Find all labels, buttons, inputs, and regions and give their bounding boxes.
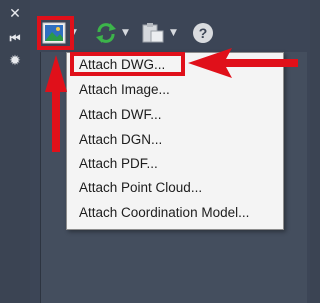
menu-item-attach-pdf[interactable]: Attach PDF... bbox=[79, 153, 158, 175]
change-path-icon bbox=[142, 23, 164, 43]
change-path-dropdown-chevron-icon[interactable]: ▼ bbox=[170, 28, 177, 38]
attach-dwg-highlight bbox=[70, 52, 185, 76]
refresh-button[interactable]: ▼ bbox=[94, 20, 129, 46]
refresh-dropdown-chevron-icon[interactable]: ▼ bbox=[122, 28, 129, 38]
help-button[interactable]: ? bbox=[193, 20, 213, 46]
refresh-icon bbox=[96, 23, 116, 43]
palette-side-strip: ✕ ⏮ ✹ bbox=[0, 0, 30, 303]
change-path-button[interactable]: ▼ bbox=[140, 20, 177, 46]
menu-item-attach-coordination-model[interactable]: Attach Coordination Model... bbox=[79, 202, 249, 224]
settings-icon[interactable]: ✹ bbox=[6, 53, 24, 69]
menu-item-attach-image[interactable]: Attach Image... bbox=[79, 79, 170, 101]
close-icon[interactable]: ✕ bbox=[6, 6, 24, 22]
attach-dropdown-menu: Attach DWG... Attach Image... Attach DWF… bbox=[66, 52, 284, 230]
attach-button-highlight bbox=[37, 16, 74, 50]
menu-item-attach-dwf[interactable]: Attach DWF... bbox=[79, 104, 162, 126]
help-icon: ? bbox=[193, 23, 213, 43]
menu-item-attach-dgn[interactable]: Attach DGN... bbox=[79, 129, 162, 151]
collapse-icon[interactable]: ⏮ bbox=[6, 30, 24, 46]
menu-item-attach-point-cloud[interactable]: Attach Point Cloud... bbox=[79, 177, 202, 199]
